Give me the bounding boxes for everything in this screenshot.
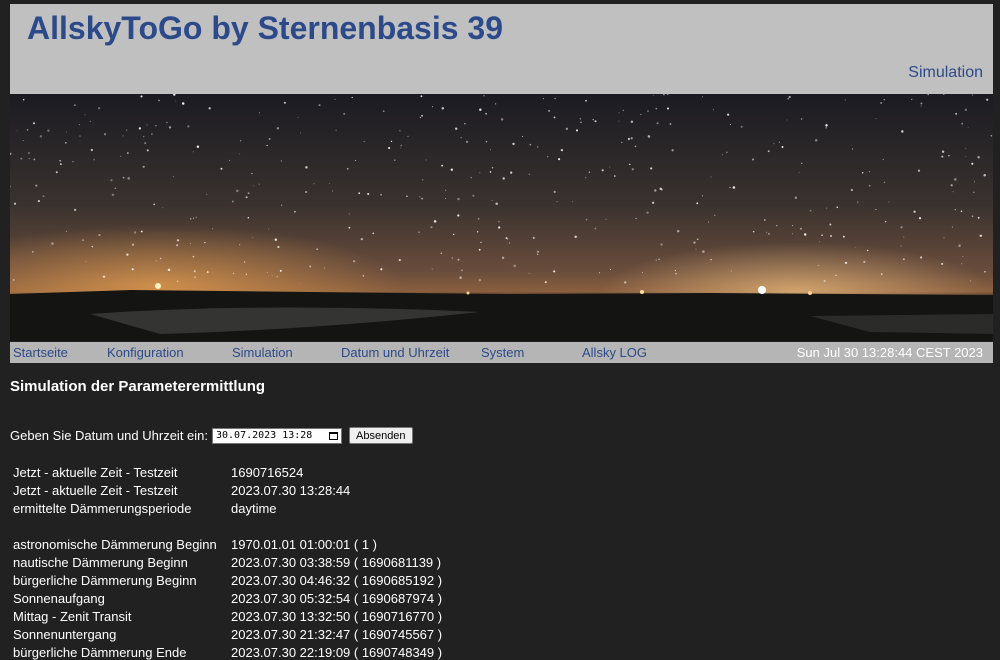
twilight-row: Sonnenuntergang 2023.07.30 21:32:47 ( 16… [13, 627, 442, 642]
info-row: ermittelte Dämmerungsperiode daytime [13, 501, 277, 516]
twilight-row-label: Mittag - Zenit Transit [13, 609, 132, 624]
twilight-row: nautische Dämmerung Beginn 2023.07.30 03… [13, 555, 441, 570]
current-page-link[interactable]: Simulation [908, 64, 983, 82]
info-row-value: 1690716524 [231, 465, 304, 480]
site-title: AllskyToGo by Sternenbasis 39 [27, 10, 504, 46]
twilight-row-value: 2023.07.30 13:32:50 ( 1690716770 ) [231, 609, 443, 624]
twilight-row-label: Sonnenuntergang [13, 627, 117, 642]
twilight-row: bürgerliche Dämmerung Beginn 2023.07.30 … [13, 573, 442, 588]
night-sky-banner [10, 94, 993, 341]
info-row-value: daytime [231, 501, 277, 516]
twilight-row: Mittag - Zenit Transit 2023.07.30 13:32:… [13, 609, 442, 624]
twilight-row-label: Sonnenaufgang [13, 591, 105, 606]
twilight-row-value: 2023.07.30 04:46:32 ( 1690685192 ) [231, 573, 443, 588]
nav-allsky-log[interactable]: Allsky LOG [582, 345, 647, 360]
datetime-value: 30.07.2023 13:28 [216, 430, 313, 441]
twilight-row: bürgerliche Dämmerung Ende 2023.07.30 22… [13, 645, 442, 660]
info-row: Jetzt - aktuelle Zeit - Testzeit 1690716… [13, 465, 303, 480]
info-row: Jetzt - aktuelle Zeit - Testzeit 2023.07… [13, 483, 350, 498]
submit-button[interactable]: Absenden [349, 427, 413, 444]
twilight-row-value: 1970.01.01 01:00:01 ( 1 ) [231, 537, 378, 552]
twilight-row-label: nautische Dämmerung Beginn [13, 555, 188, 570]
nav-simulation[interactable]: Simulation [232, 345, 293, 360]
twilight-row-value: 2023.07.30 05:32:54 ( 1690687974 ) [231, 591, 443, 606]
twilight-row: astronomische Dämmerung Beginn 1970.01.0… [13, 537, 377, 552]
calendar-icon[interactable] [329, 431, 338, 440]
section-heading: Simulation der Parameterermittlung [10, 378, 266, 395]
info-row-label: Jetzt - aktuelle Zeit - Testzeit [13, 465, 178, 480]
system-clock: Sun Jul 30 13:28:44 CEST 2023 [796, 345, 983, 360]
datetime-form: Geben Sie Datum und Uhrzeit ein: 30.07.2… [10, 427, 413, 444]
twilight-row-value: 2023.07.30 21:32:47 ( 1690745567 ) [231, 627, 443, 642]
info-row-label: Jetzt - aktuelle Zeit - Testzeit [13, 483, 178, 498]
twilight-row-label: bürgerliche Dämmerung Beginn [13, 573, 197, 588]
site-header: AllskyToGo by Sternenbasis 39 Simulation [10, 4, 993, 94]
info-row-value: 2023.07.30 13:28:44 [231, 483, 351, 498]
twilight-row-value: 2023.07.30 03:38:59 ( 1690681139 ) [231, 555, 442, 570]
navigation-bar: Startseite Konfiguration Simulation Datu… [10, 342, 993, 363]
nav-startseite[interactable]: Startseite [13, 345, 68, 360]
twilight-row: Sonnenaufgang 2023.07.30 05:32:54 ( 1690… [13, 591, 442, 606]
twilight-row-value: 2023.07.30 22:19:09 ( 1690748349 ) [231, 645, 443, 660]
datetime-input[interactable]: 30.07.2023 13:28 [212, 427, 342, 444]
night-sky-image [10, 94, 993, 341]
twilight-row-label: bürgerliche Dämmerung Ende [13, 645, 187, 660]
nav-system[interactable]: System [481, 345, 524, 360]
nav-datum-und-uhrzeit[interactable]: Datum und Uhrzeit [341, 345, 449, 360]
twilight-row-label: astronomische Dämmerung Beginn [13, 537, 217, 552]
info-row-label: ermittelte Dämmerungsperiode [13, 501, 192, 516]
nav-konfiguration[interactable]: Konfiguration [107, 345, 184, 360]
datetime-label: Geben Sie Datum und Uhrzeit ein: [10, 428, 208, 443]
